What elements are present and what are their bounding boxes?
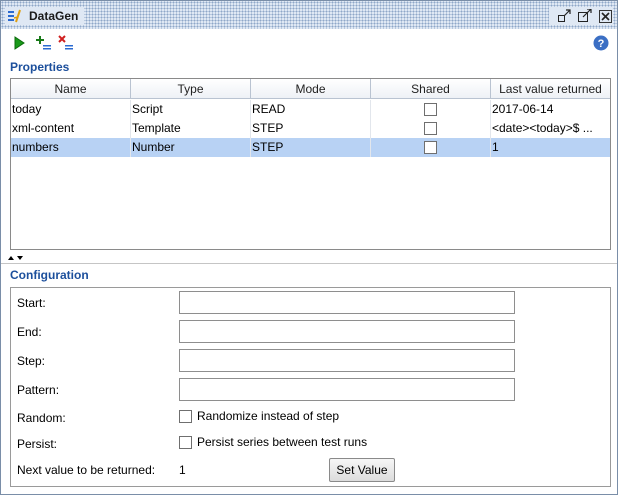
run-button[interactable] xyxy=(10,34,28,52)
add-property-icon xyxy=(36,36,51,50)
help-button[interactable]: ? xyxy=(592,34,610,52)
float-button[interactable] xyxy=(577,8,593,24)
remove-property-button[interactable] xyxy=(57,34,75,52)
randomize-checkbox-label[interactable]: Randomize instead of step xyxy=(197,409,339,423)
randomize-checkbox[interactable] xyxy=(179,409,192,423)
properties-heading: Properties xyxy=(10,60,70,74)
splitter-arrows-icon xyxy=(8,256,23,260)
start-input[interactable] xyxy=(179,291,515,314)
properties-table: Name Type Mode Shared Last value returne… xyxy=(10,78,611,250)
persist-checkbox-row[interactable]: Persist series between test runs xyxy=(179,435,367,449)
help-icon: ? xyxy=(593,35,609,51)
cell-name: today xyxy=(11,100,131,119)
table-row[interactable]: today Script READ 2017-06-14 xyxy=(11,100,610,119)
datagen-window: DataGen ? Properties Name Type Mode Shar… xyxy=(0,0,618,495)
end-label: End: xyxy=(17,325,42,339)
cell-mode: READ xyxy=(251,100,371,119)
table-row[interactable]: xml-content Template STEP <date><today>$… xyxy=(11,119,610,138)
col-header-shared[interactable]: Shared xyxy=(371,79,491,99)
cell-shared xyxy=(371,138,491,157)
remove-property-icon xyxy=(58,35,73,50)
persist-checkbox-label[interactable]: Persist series between test runs xyxy=(197,435,367,449)
svg-text:?: ? xyxy=(598,38,605,50)
close-icon xyxy=(598,9,612,23)
end-input[interactable] xyxy=(179,320,515,343)
random-label: Random: xyxy=(17,411,66,425)
next-value-label: Next value to be returned: xyxy=(17,463,156,477)
cell-name: numbers xyxy=(11,138,131,157)
configuration-panel: Start: End: Step: Pattern: Random: Rando… xyxy=(10,287,611,487)
col-header-mode[interactable]: Mode xyxy=(251,79,371,99)
col-header-last-value[interactable]: Last value returned xyxy=(491,79,610,99)
pattern-input[interactable] xyxy=(179,378,515,401)
persist-checkbox[interactable] xyxy=(179,435,192,449)
table-row-selected[interactable]: numbers Number STEP 1 xyxy=(11,138,610,157)
start-label: Start: xyxy=(17,296,46,310)
shared-checkbox[interactable] xyxy=(424,141,437,155)
splitter-divider[interactable] xyxy=(1,263,617,264)
dock-button[interactable] xyxy=(557,8,573,24)
step-label: Step: xyxy=(17,354,46,368)
col-header-type[interactable]: Type xyxy=(131,79,251,99)
cell-shared xyxy=(371,100,491,119)
cell-type: Script xyxy=(131,100,251,119)
datagen-icon xyxy=(8,9,21,23)
set-value-button[interactable]: Set Value xyxy=(329,458,395,482)
cell-mode: STEP xyxy=(251,119,371,138)
add-property-button[interactable] xyxy=(35,34,53,52)
cell-last-value: 2017-06-14 xyxy=(492,102,554,116)
persist-label: Persist: xyxy=(17,437,58,451)
toolbar: ? xyxy=(1,31,617,55)
title-bar[interactable]: DataGen xyxy=(1,1,617,29)
pattern-label: Pattern: xyxy=(17,383,60,397)
cell-type: Template xyxy=(131,119,251,138)
cell-type: Number xyxy=(131,138,251,157)
close-button[interactable] xyxy=(597,8,613,24)
table-header: Name Type Mode Shared Last value returne… xyxy=(11,79,610,99)
cell-last-value: <date><today>$ ... xyxy=(492,121,593,135)
cell-mode: STEP xyxy=(251,138,371,157)
step-input[interactable] xyxy=(179,349,515,372)
configuration-heading: Configuration xyxy=(10,268,89,282)
cell-name: xml-content xyxy=(11,119,131,138)
shared-checkbox[interactable] xyxy=(424,103,437,117)
shared-checkbox[interactable] xyxy=(424,122,437,136)
window-controls xyxy=(549,7,613,25)
window-title: DataGen xyxy=(29,9,79,23)
next-value: 1 xyxy=(179,463,186,477)
dock-icon xyxy=(558,9,571,22)
randomize-checkbox-row[interactable]: Randomize instead of step xyxy=(179,409,339,423)
cell-last-value: 1 xyxy=(492,140,499,154)
cell-shared xyxy=(371,119,491,138)
float-icon xyxy=(578,9,592,22)
play-icon xyxy=(14,36,25,50)
title-wrap: DataGen xyxy=(5,7,85,25)
col-header-name[interactable]: Name xyxy=(11,79,131,99)
